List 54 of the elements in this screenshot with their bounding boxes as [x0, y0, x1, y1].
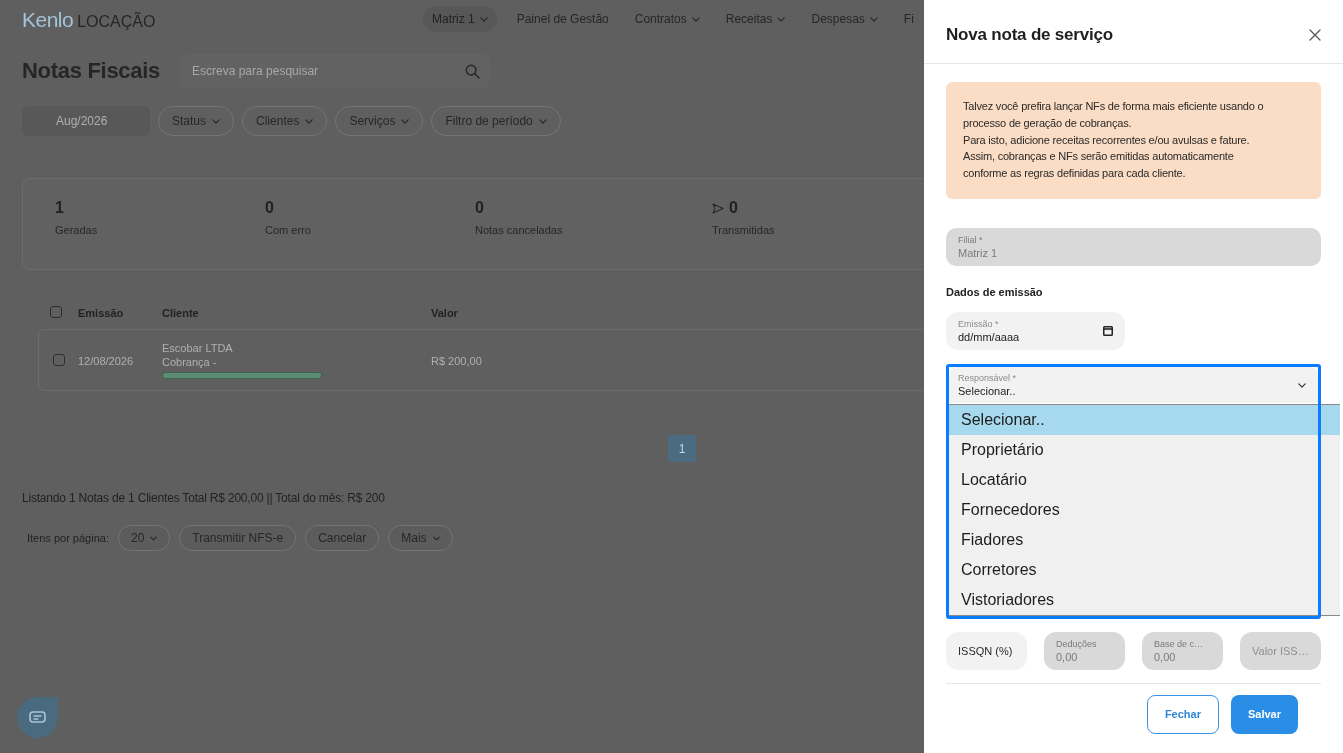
tax-value-field: Valor ISS… [1240, 632, 1321, 670]
listing-summary: Listando 1 Notas de 1 Clientes Total R$ 200,00 || Total do mês: R$ 200 [22, 490, 385, 506]
nav-link[interactable]: Contratos [634, 6, 700, 32]
close-icon[interactable] [1309, 28, 1321, 41]
nav-link[interactable]: Painel de Gestão [516, 6, 609, 32]
responsible-select[interactable]: Responsável * Selecionar.. [949, 367, 1318, 403]
chevron-down-icon [305, 118, 314, 124]
panel-title: Nova nota de serviço [946, 23, 1113, 46]
nav-link[interactable]: Receitas [725, 6, 786, 32]
date-field[interactable]: Emissão * dd/mm/aaaa [946, 312, 1125, 350]
stat-label: Com erro [265, 224, 311, 237]
tax-rate-field[interactable]: ISSQN (%) [946, 632, 1027, 670]
table-cell: R$ 200,00 [431, 355, 482, 367]
page-button[interactable]: 1 [668, 435, 696, 462]
checkbox[interactable] [50, 306, 62, 318]
chevron-down-icon [212, 118, 221, 124]
stat-value: 0 [475, 200, 484, 216]
nav-link[interactable]: Fi [903, 6, 914, 32]
section-heading: Dados de emissão [946, 286, 1043, 299]
column-header: Valor [431, 307, 458, 319]
dropdown-option[interactable]: Selecionar.. [949, 405, 1340, 435]
chevron-down-icon [150, 535, 158, 541]
chevron-down-icon [538, 118, 547, 124]
stat-value: 0 [265, 200, 274, 216]
branch-field: Filial * Matriz 1 [946, 228, 1321, 266]
per-page-label: Itens por página: [27, 530, 109, 546]
chat-button[interactable] [17, 697, 58, 738]
client-name: Escobar LTDA [162, 341, 233, 355]
search-icon[interactable] [465, 63, 480, 79]
logo-wordmark: Kenlo [22, 8, 74, 30]
nav-link[interactable]: Despesas [811, 6, 878, 32]
checkbox[interactable] [53, 354, 65, 366]
chat-icon [29, 711, 46, 724]
stat-label: Geradas [55, 224, 98, 237]
tax-base-field: Base de c… 0,00 [1142, 632, 1223, 670]
column-header: Emissão [78, 307, 124, 319]
table-cell: 12/08/2026 [78, 355, 134, 367]
column-header: Cliente [162, 307, 199, 319]
stat-value: 0 [729, 200, 738, 216]
stat-label: Notas canceladas [475, 224, 563, 237]
close-button[interactable]: Fechar [1146, 695, 1219, 734]
chevron-down-icon [1298, 382, 1306, 388]
stat-label: Transmitidas [712, 224, 775, 237]
notice-text: Talvez você prefira lançar NFs de forma mais eficiente usando o processo de geração de cobranças. Para isto, adicione receitas recorrentes e/ou avulsas e fature. Assim, cobranças e NFs serão emitidas automaticamente conforme as regras definidas para cada cliente. [963, 99, 1264, 182]
calendar-icon[interactable] [1103, 326, 1113, 336]
save-button[interactable]: Salvar [1230, 695, 1298, 734]
deductions-field: Deduções 0,00 [1044, 632, 1125, 670]
send-icon [712, 202, 724, 214]
chevron-down-icon [401, 118, 410, 124]
charge-label: Cobrança - [162, 355, 217, 369]
logo-product-name: LOCAÇÃO [77, 13, 156, 30]
stat-value: 1 [55, 200, 64, 216]
page-title: Notas Fiscais [22, 60, 161, 82]
month-picker[interactable]: Aug/2026 [22, 106, 150, 136]
